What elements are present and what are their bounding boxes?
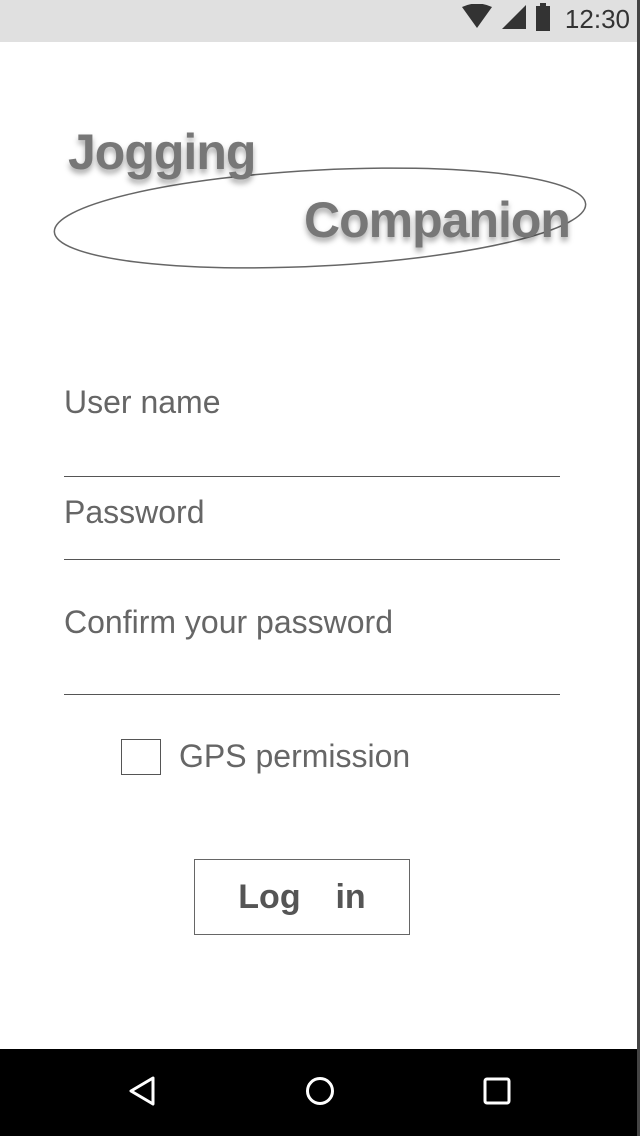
gps-permission-checkbox[interactable] bbox=[121, 738, 161, 775]
password-input[interactable] bbox=[64, 530, 560, 558]
confirm-password-label: Confirm your password bbox=[64, 604, 393, 640]
status-bar: 12:30 bbox=[0, 0, 640, 42]
username-label: User name bbox=[64, 384, 221, 420]
username-underline bbox=[64, 476, 560, 477]
back-button[interactable] bbox=[122, 1073, 162, 1113]
gps-permission-row[interactable]: GPS permission bbox=[121, 738, 410, 775]
confirm-password-underline bbox=[64, 694, 560, 695]
home-button[interactable] bbox=[300, 1073, 340, 1113]
recents-button[interactable] bbox=[477, 1073, 517, 1113]
screen: 12:30 Jogging Companion User name Passwo… bbox=[0, 0, 640, 1136]
wifi-icon bbox=[461, 3, 493, 35]
status-time: 12:30 bbox=[564, 3, 630, 34]
home-icon bbox=[304, 1075, 336, 1112]
status-icons: 12:30 bbox=[461, 2, 630, 36]
nav-bar bbox=[0, 1049, 640, 1136]
gps-permission-label: GPS permission bbox=[179, 738, 411, 774]
password-label: Password bbox=[64, 494, 205, 530]
battery-icon bbox=[535, 2, 551, 36]
recents-icon bbox=[481, 1075, 513, 1112]
logo-word-jogging: Jogging bbox=[68, 124, 256, 180]
back-icon bbox=[127, 1075, 157, 1112]
confirm-password-input[interactable] bbox=[64, 652, 560, 690]
password-underline bbox=[64, 559, 560, 560]
cell-signal-icon bbox=[501, 4, 527, 35]
username-input[interactable] bbox=[64, 436, 560, 472]
login-button-label: Log in bbox=[238, 877, 366, 916]
logo-word-companion: Companion bbox=[304, 192, 571, 248]
app-logo: Jogging Companion bbox=[50, 115, 590, 285]
login-button[interactable]: Log in bbox=[194, 859, 410, 935]
